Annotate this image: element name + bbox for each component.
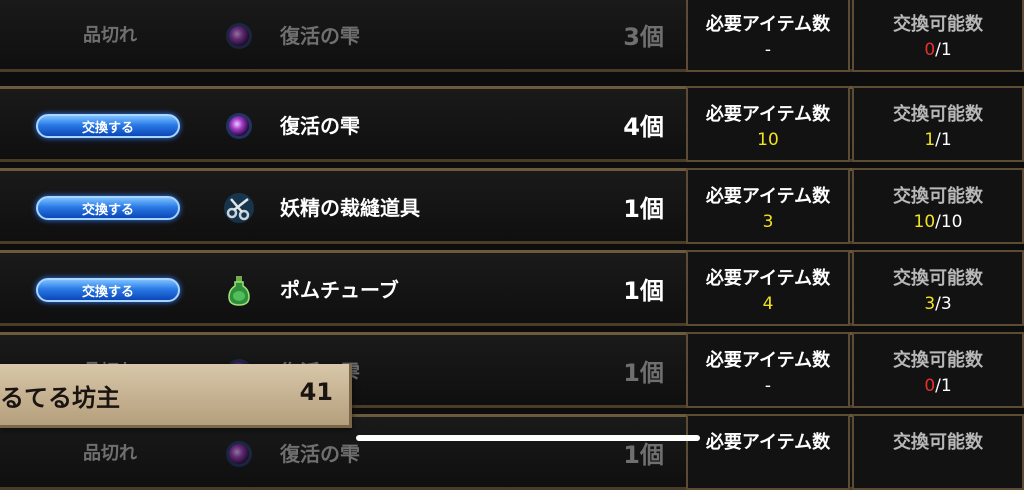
exchangeable-count-label: 交換可能数: [893, 350, 983, 371]
required-items-label: 必要アイテム数: [705, 14, 831, 35]
available-count: 0/1: [854, 40, 1022, 60]
exchange-row: 品切れ 復活の雫 3個 必要アイテム数 - 交換可能数 0/1: [0, 0, 1024, 72]
exchange-row: 交換する 妖精の裁縫道具 1個 必要アイテム数 3 交換可能数 10/10: [0, 168, 1024, 244]
item-quantity: 1個: [623, 276, 664, 305]
available-current: 1: [924, 130, 936, 150]
item-quantity: 4個: [623, 112, 664, 141]
item-quantity: 1個: [623, 358, 664, 387]
available-count: 3/3: [854, 294, 1022, 314]
available-count: 0/1: [854, 376, 1022, 396]
available-total: /3: [935, 294, 952, 314]
available-total: /1: [935, 40, 952, 60]
purple-orb-icon: [222, 19, 256, 53]
available-count: 10/10: [854, 212, 1022, 232]
green-bottle-icon: [222, 273, 256, 307]
item-name: 復活の雫: [280, 113, 360, 138]
item-quantity: 3個: [623, 22, 664, 51]
exchange-row: 交換する ポムチューブ 1個 必要アイテム数 4 交換可能数 3/3: [0, 250, 1024, 326]
exchangeable-count-label: 交換可能数: [893, 432, 983, 453]
required-items-panel: 必要アイテム数 -: [686, 332, 850, 408]
exchangeable-count-panel: 交換可能数 3/3: [852, 250, 1024, 326]
available-total: /1: [935, 376, 952, 396]
required-items-panel: 必要アイテム数 4: [686, 250, 850, 326]
available-current: 3: [924, 294, 936, 314]
exchange-button[interactable]: 交換する: [36, 114, 180, 138]
exchangeable-count-label: 交換可能数: [893, 14, 983, 35]
exchangeable-count-panel: 交換可能数: [852, 414, 1024, 490]
exchangeable-count-panel: 交換可能数 0/1: [852, 332, 1024, 408]
exchangeable-count-panel: 交換可能数 10/10: [852, 168, 1024, 244]
available-current: 10: [913, 212, 936, 232]
required-count: 10: [757, 130, 779, 150]
purple-orb-icon: [222, 437, 256, 471]
available-current: 0: [924, 40, 936, 60]
home-indicator[interactable]: [356, 435, 700, 441]
exchangeable-count-label: 交換可能数: [893, 268, 983, 289]
required-items-label: 必要アイテム数: [705, 104, 831, 125]
item-name: 妖精の裁縫道具: [280, 195, 420, 220]
exchangeable-count-label: 交換可能数: [893, 104, 983, 125]
exchangeable-count-panel: 交換可能数 0/1: [852, 0, 1024, 72]
exchange-button[interactable]: 交換する: [36, 196, 180, 220]
required-items-label: 必要アイテム数: [705, 186, 831, 207]
exchangeable-count-label: 交換可能数: [893, 186, 983, 207]
required-items-panel: 必要アイテム数 10: [686, 86, 850, 162]
available-total: /10: [935, 212, 963, 232]
sold-out-label: 品切れ: [83, 25, 137, 46]
required-count: 4: [762, 294, 774, 314]
exchange-button[interactable]: 交換する: [36, 278, 180, 302]
purple-orb-icon: [222, 109, 256, 143]
item-name: ポムチューブ: [280, 277, 399, 302]
available-count: 1/1: [854, 130, 1022, 150]
item-quantity: 1個: [623, 194, 664, 223]
required-items-label: 必要アイテム数: [705, 268, 831, 289]
available-total: /1: [935, 130, 952, 150]
required-count: -: [764, 376, 772, 396]
player-score: 41: [299, 378, 333, 406]
required-items-panel: 必要アイテム数 3: [686, 168, 850, 244]
scissors-icon: [222, 191, 256, 225]
required-items-panel: 必要アイテム数 -: [686, 0, 850, 72]
player-banner: るてる坊主 41: [0, 364, 352, 428]
exchange-row: 交換する 復活の雫 4個 必要アイテム数 10 交換可能数 1/1: [0, 86, 1024, 162]
required-count: 3: [762, 212, 774, 232]
required-items-panel: 必要アイテム数: [686, 414, 850, 490]
available-current: 0: [924, 376, 936, 396]
required-items-label: 必要アイテム数: [705, 350, 831, 371]
required-count: -: [764, 40, 772, 60]
item-name: 復活の雫: [280, 23, 360, 48]
exchangeable-count-panel: 交換可能数 1/1: [852, 86, 1024, 162]
player-name: るてる坊主: [0, 384, 120, 412]
item-quantity: 1個: [623, 440, 664, 469]
required-items-label: 必要アイテム数: [705, 432, 831, 453]
